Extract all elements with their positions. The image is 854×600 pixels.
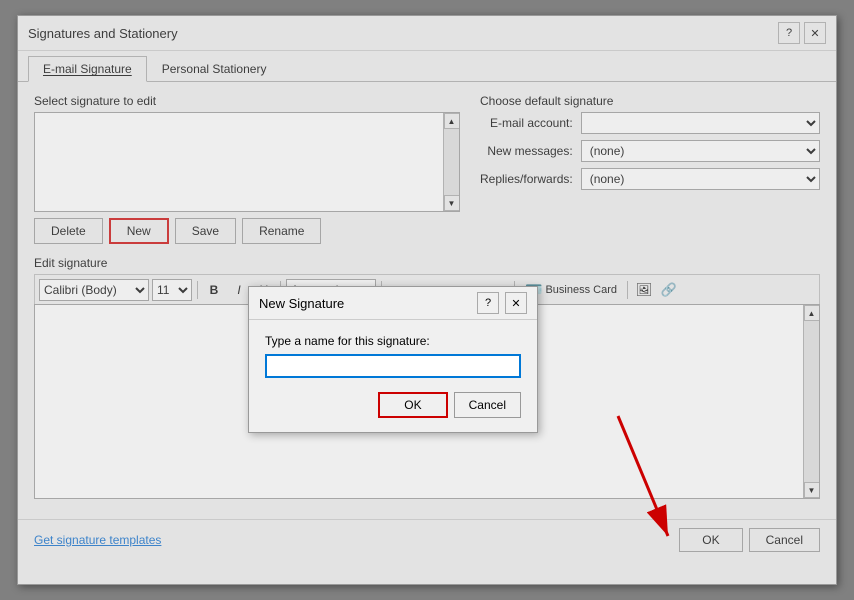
new-sig-button-row: OK Cancel [265,392,521,418]
new-sig-help-button[interactable]: ? [477,292,499,314]
new-sig-body: Type a name for this signature: OK Cance… [249,320,537,432]
new-sig-close-button[interactable]: ✕ [505,292,527,314]
new-sig-name-input[interactable] [265,354,521,378]
main-dialog: Signatures and Stationery ? ✕ E-mail Sig… [17,15,837,585]
new-sig-title-bar: New Signature ? ✕ [249,287,537,320]
new-sig-title-text: New Signature [259,296,344,311]
new-sig-ok-button[interactable]: OK [378,392,447,418]
new-sig-cancel-button[interactable]: Cancel [454,392,521,418]
new-sig-controls: ? ✕ [477,292,527,314]
new-sig-body-label: Type a name for this signature: [265,334,521,348]
new-signature-dialog: New Signature ? ✕ Type a name for this s… [248,286,538,433]
